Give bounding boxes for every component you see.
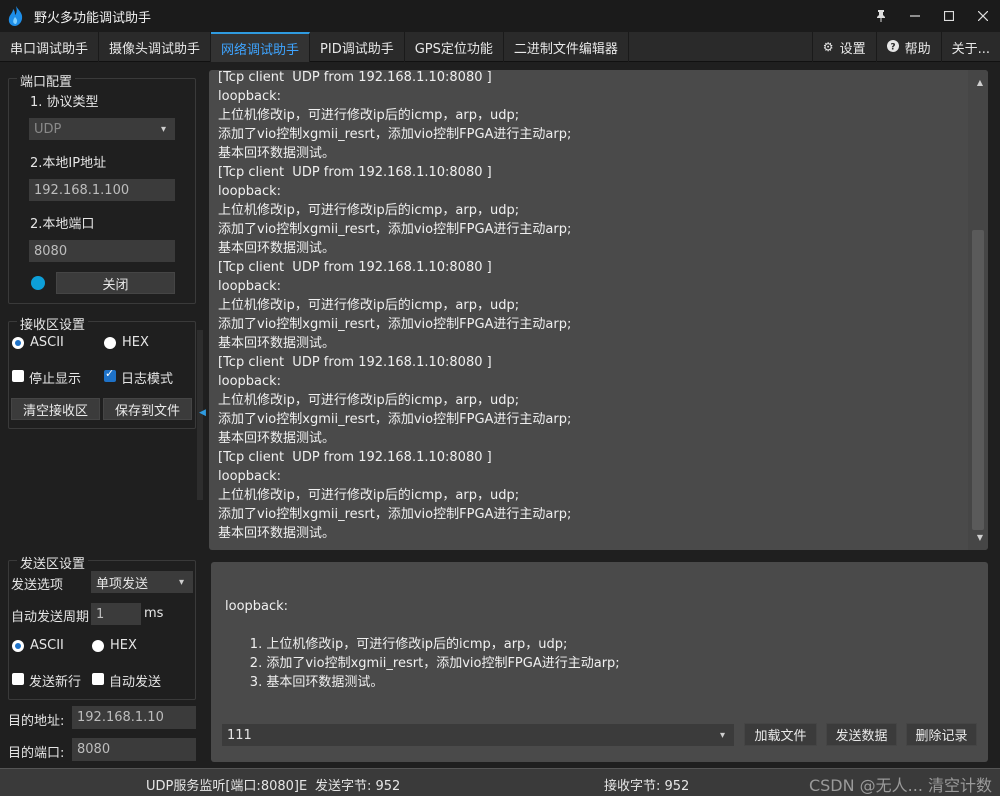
recv-ascii-radio[interactable] xyxy=(12,337,24,349)
target-address-label: 目的地址: xyxy=(8,714,65,729)
load-file-button[interactable]: 加载文件 xyxy=(744,723,817,746)
tab-camera[interactable]: 摄像头调试助手 xyxy=(99,32,212,62)
settings-label: 设置 xyxy=(839,41,866,57)
target-address-value: 192.168.1.10 xyxy=(77,710,164,725)
sent-bytes: 发送字节: 952 xyxy=(315,779,401,794)
send-newline-checkbox[interactable] xyxy=(12,673,24,685)
help-button[interactable]: ? 帮助 xyxy=(875,32,941,62)
auto-send-period-value: 1 xyxy=(96,606,105,622)
watermark-text: CSDN @无人... 清空计数 xyxy=(808,776,992,795)
protocol-value: UDP xyxy=(34,121,62,137)
send-hex-radio[interactable] xyxy=(92,640,104,652)
recv-ascii-label: ASCII xyxy=(30,335,64,350)
log-mode-label: 日志模式 xyxy=(121,372,174,387)
tab-pid[interactable]: PID调试助手 xyxy=(310,32,405,62)
delete-record-button[interactable]: 删除记录 xyxy=(906,723,977,746)
period-unit-label: ms xyxy=(144,606,164,621)
local-port-value: 8080 xyxy=(34,243,68,259)
send-option-label: 发送选项 xyxy=(11,578,64,593)
port-config-title: 端口配置 xyxy=(17,71,76,90)
send-option-select[interactable]: 单项发送 xyxy=(91,571,193,593)
status-bar: UDP服务监听[端口:8080]E 发送字节: 952 接收字节: 952 CS… xyxy=(0,768,1000,796)
protocol-label: 1. 协议类型 xyxy=(30,95,99,110)
auto-send-period-input[interactable]: 1 xyxy=(91,603,141,625)
auto-send-checkbox[interactable] xyxy=(92,673,104,685)
flame-logo-icon xyxy=(0,0,32,32)
scrollbar-thumb[interactable] xyxy=(972,230,984,530)
local-ip-input[interactable]: 192.168.1.100 xyxy=(29,179,175,201)
receive-scrollbar[interactable]: ▲ ▼ xyxy=(968,70,988,550)
target-address-input[interactable]: 192.168.1.10 xyxy=(72,706,196,729)
close-icon[interactable] xyxy=(966,0,1000,32)
recv-hex-radio[interactable] xyxy=(104,337,116,349)
maximize-icon[interactable] xyxy=(932,0,966,32)
main-tab-bar: 串口调试助手 摄像头调试助手 网络调试助手 PID调试助手 GPS定位功能 二进… xyxy=(0,32,1000,62)
receive-settings-title: 接收区设置 xyxy=(17,314,89,333)
auto-send-label: 自动发送 xyxy=(109,675,162,690)
title-bar: 野火多功能调试助手 xyxy=(0,0,1000,32)
scroll-up-icon[interactable]: ▲ xyxy=(977,78,983,87)
send-ascii-label: ASCII xyxy=(30,638,64,653)
collapse-arrow-icon[interactable]: ◀ xyxy=(199,408,206,418)
stop-display-checkbox[interactable] xyxy=(12,370,24,382)
target-port-input[interactable]: 8080 xyxy=(72,738,196,761)
settings-button[interactable]: ⚙ 设置 xyxy=(811,32,876,62)
tab-gps[interactable]: GPS定位功能 xyxy=(405,32,504,62)
target-port-value: 8080 xyxy=(77,742,111,757)
local-ip-label: 2.本地IP地址 xyxy=(30,156,107,171)
receive-text-area[interactable]: [Tcp client UDP from 192.168.1.10:8080 ]… xyxy=(209,70,988,550)
recv-hex-label: HEX xyxy=(122,335,149,350)
local-ip-value: 192.168.1.100 xyxy=(34,182,130,198)
close-connection-button[interactable]: 关闭 xyxy=(56,272,175,294)
send-content-text: loopback: 1. 上位机修改ip，可进行修改ip后的icmp，arp，u… xyxy=(225,599,620,690)
send-option-value: 单项发送 xyxy=(96,576,149,592)
app-title: 野火多功能调试助手 xyxy=(34,10,152,26)
tab-network[interactable]: 网络调试助手 xyxy=(211,32,311,62)
clear-receive-button[interactable]: 清空接收区 xyxy=(11,398,100,420)
minimize-icon[interactable] xyxy=(898,0,932,32)
send-data-button[interactable]: 发送数据 xyxy=(826,723,897,746)
send-settings-title: 发送区设置 xyxy=(17,553,89,572)
received-bytes: 接收字节: 952 xyxy=(604,779,690,794)
tab-binary-editor[interactable]: 二进制文件编辑器 xyxy=(504,32,629,62)
help-icon: ? xyxy=(886,39,899,55)
stop-display-label: 停止显示 xyxy=(29,372,82,387)
svg-text:?: ? xyxy=(890,42,895,52)
listen-status: UDP服务监听[端口:8080]E xyxy=(146,779,308,794)
scroll-down-icon[interactable]: ▼ xyxy=(977,533,983,542)
local-port-label: 2.本地端口 xyxy=(30,217,95,232)
target-port-label: 目的端口: xyxy=(8,746,65,761)
auto-send-period-label: 自动发送周期 xyxy=(11,610,90,625)
connection-status-indicator xyxy=(31,276,45,290)
send-newline-label: 发送新行 xyxy=(29,675,82,690)
gear-icon: ⚙ xyxy=(822,40,834,54)
send-ascii-radio[interactable] xyxy=(12,640,24,652)
help-label: 帮助 xyxy=(904,41,931,57)
tab-serial[interactable]: 串口调试助手 xyxy=(0,32,100,62)
pin-icon[interactable] xyxy=(864,0,898,32)
local-port-input[interactable]: 8080 xyxy=(29,240,175,262)
send-history-value: 111 xyxy=(227,727,252,743)
receive-log-text: [Tcp client UDP from 192.168.1.10:8080 ]… xyxy=(218,70,572,541)
protocol-select[interactable]: UDP xyxy=(29,118,175,140)
save-to-file-button[interactable]: 保存到文件 xyxy=(103,398,192,420)
about-button[interactable]: 关于... xyxy=(940,32,1000,62)
send-history-select[interactable]: 111 xyxy=(222,724,734,746)
send-hex-label: HEX xyxy=(110,638,137,653)
log-mode-checkbox[interactable] xyxy=(104,367,116,382)
